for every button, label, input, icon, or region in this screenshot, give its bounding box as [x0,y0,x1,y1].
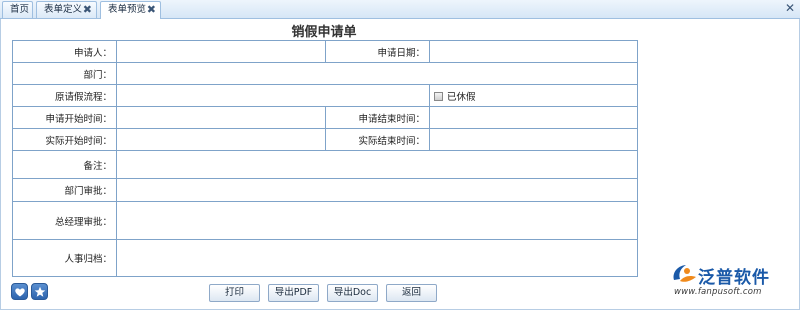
tab-close-icon[interactable]: ✖ [147,2,156,18]
form-title: 销假申请单 [291,25,357,40]
department-field[interactable] [116,62,638,85]
apply-date-label: 申请日期： [325,40,430,63]
actual-start-field[interactable] [116,128,326,151]
heart-icon[interactable] [11,283,28,300]
apply-date-field[interactable] [429,40,638,63]
tab-form-definition-label: 表单定义 [44,4,83,15]
tab-form-preview-label: 表单预览 [108,4,147,15]
hr-archive-label: 人事归档： [12,239,117,277]
applicant-label: 申请人： [12,40,117,63]
apply-start-field[interactable] [116,106,326,129]
leave-cancel-form: 申请人： 申请日期： 部门： 原请假流程： 已休假 申请开始时间： 申请结束时间… [12,40,638,277]
gm-approval-label: 总经理审批： [12,201,117,240]
dept-approval-label: 部门审批： [12,178,117,202]
back-button[interactable]: 返回 [386,284,437,302]
logo-mark-icon [673,265,696,282]
close-icon[interactable]: ✕ [783,1,797,15]
tab-form-preview[interactable]: 表单预览 ✖ [100,1,161,19]
logo-url: www.fanpusoft.com [674,287,762,297]
original-leave-flow-label: 原请假流程： [12,84,117,107]
gm-approval-field[interactable] [116,201,638,240]
fanpu-logo: 泛普软件 www.fanpusoft.com [668,262,798,304]
actual-start-label: 实际开始时间： [12,128,117,151]
applicant-field[interactable] [116,40,326,63]
rested-checkbox-label: 已休假 [447,91,476,103]
remarks-label: 备注： [12,150,117,179]
original-leave-flow-field[interactable] [116,84,430,107]
department-label: 部门： [12,62,117,85]
export-pdf-button[interactable]: 导出PDF [268,284,319,302]
actual-end-field[interactable] [429,128,638,151]
tab-form-definition[interactable]: 表单定义 ✖ [36,1,97,18]
export-doc-button[interactable]: 导出Doc [327,284,378,302]
apply-end-label: 申请结束时间： [325,106,430,129]
logo-name: 泛普软件 [698,268,770,288]
rested-checkbox-cell: 已休假 [429,84,638,107]
tab-close-icon[interactable]: ✖ [83,2,92,18]
remarks-field[interactable] [116,150,638,179]
tab-bar: 首页 表单定义 ✖ 表单预览 ✖ ✕ [0,0,800,19]
hr-archive-field[interactable] [116,239,638,277]
actual-end-label: 实际结束时间： [325,128,430,151]
print-button[interactable]: 打印 [209,284,260,302]
star-icon[interactable] [31,283,48,300]
apply-start-label: 申请开始时间： [12,106,117,129]
rested-checkbox[interactable] [434,91,443,101]
apply-end-field[interactable] [429,106,638,129]
tab-home[interactable]: 首页 [2,1,33,18]
dept-approval-field[interactable] [116,178,638,202]
tab-home-label: 首页 [10,4,30,15]
